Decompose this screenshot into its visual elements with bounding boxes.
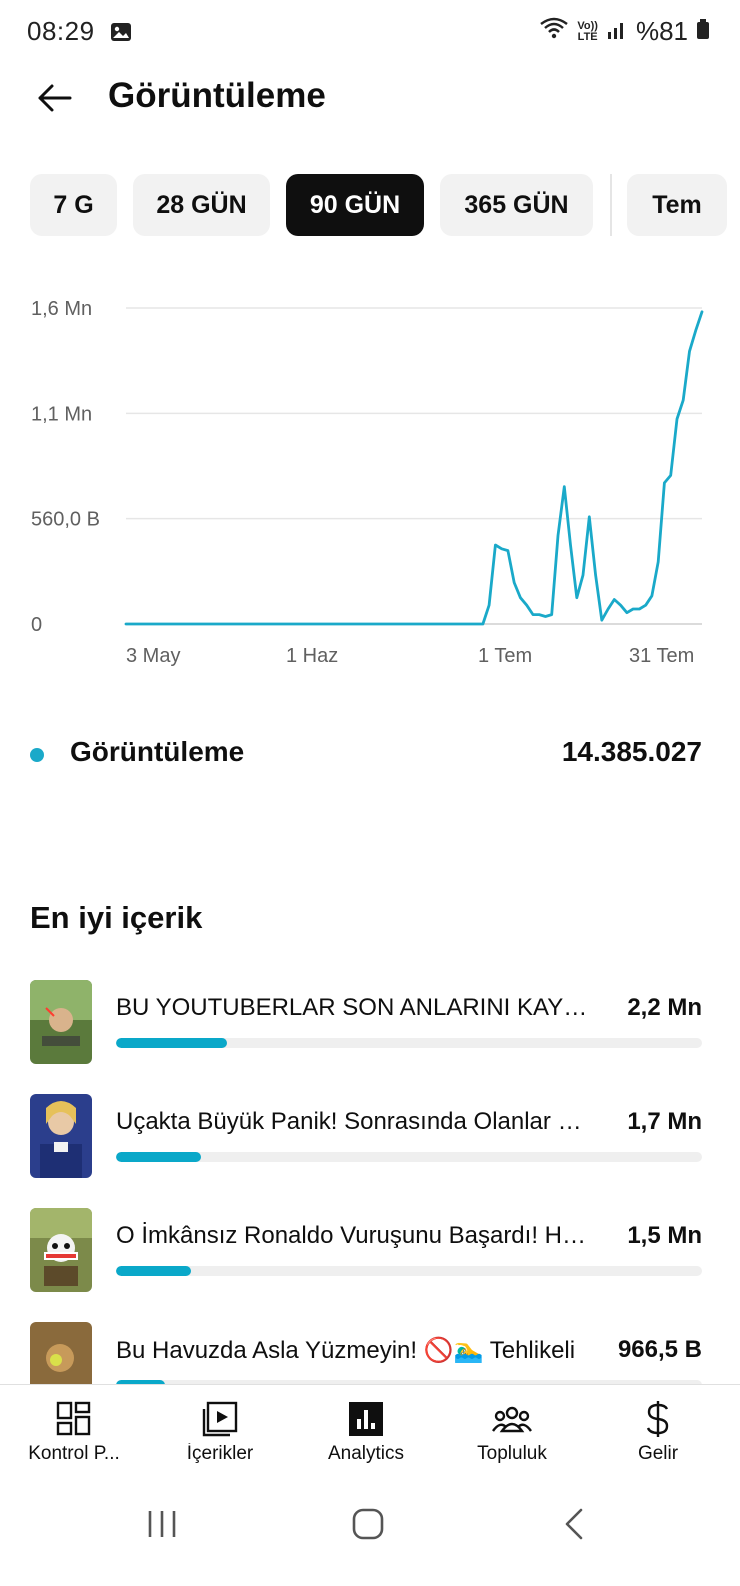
item-views: 1,7 Mn xyxy=(627,1108,702,1135)
gallery-notification-icon xyxy=(110,22,132,42)
system-navigation-bar xyxy=(0,1482,740,1586)
views-chart: 1,6 Mn 1,1 Mn 560,0 B 0 3 May 1 Haz 1 Tem 31 T… xyxy=(0,280,740,680)
nav-community[interactable]: Topluluk xyxy=(438,1385,586,1483)
views-bar-track xyxy=(116,1038,702,1048)
nav-label: İçerikler xyxy=(186,1443,254,1464)
views-bar-fill xyxy=(116,1152,201,1162)
top-content-list: BU YOUTUBERLAR SON ANLARINI KAYDETTİ 2,2… xyxy=(0,980,740,1384)
nav-analytics[interactable]: Analytics xyxy=(292,1385,440,1483)
status-bar: 08:29 Vo)) LTE %81 xyxy=(0,0,740,64)
list-item[interactable]: BU YOUTUBERLAR SON ANLARINI KAYDETTİ 2,2… xyxy=(0,980,740,1070)
bottom-navigation: Kontrol P... İçerikler Analytics Toplulu… xyxy=(0,1384,740,1482)
chip-divider xyxy=(610,174,612,236)
list-item[interactable]: Bu Havuzda Asla Yüzmeyin! 🚫🏊‍♂️ Tehlikel… xyxy=(0,1322,740,1384)
chip-28-days[interactable]: 28 GÜN xyxy=(133,174,270,236)
nav-content[interactable]: İçerikler xyxy=(146,1385,294,1483)
battery-icon xyxy=(696,16,710,47)
video-thumbnail xyxy=(30,1322,92,1384)
list-item[interactable]: O İmkânsız Ronaldo Vuruşunu Başardı! Her… xyxy=(0,1208,740,1298)
nav-label: Topluluk xyxy=(477,1443,547,1464)
battery-percent: %81 xyxy=(635,16,688,46)
x-tick-label: 3 May xyxy=(126,645,180,667)
chip-7-days[interactable]: 7 G xyxy=(30,174,117,236)
video-thumbnail xyxy=(30,1208,92,1292)
app-header: Görüntüleme xyxy=(0,64,740,134)
y-tick-label: 1,1 Mn xyxy=(31,403,92,425)
nav-label: Analytics xyxy=(327,1443,405,1464)
dollar-icon xyxy=(638,1399,678,1439)
page-title: Görüntüleme xyxy=(108,76,326,115)
chip-365-days[interactable]: 365 GÜN xyxy=(440,174,593,236)
y-tick-label: 1,6 Mn xyxy=(31,298,92,320)
status-time: 08:29 xyxy=(27,16,95,46)
x-tick-label: 1 Tem xyxy=(478,645,532,667)
nav-dashboard[interactable]: Kontrol P... xyxy=(0,1385,148,1483)
arrow-left-icon xyxy=(36,83,72,118)
period-chip-bar: 7 G 28 GÜN 90 GÜN 365 GÜN Tem xyxy=(30,174,740,236)
chip-90-days[interactable]: 90 GÜN xyxy=(286,174,424,236)
item-views: 1,5 Mn xyxy=(627,1222,702,1249)
x-tick-label: 1 Haz xyxy=(286,645,338,667)
signal-icon xyxy=(606,16,628,47)
views-bar-track xyxy=(116,1266,702,1276)
nav-label: Kontrol P... xyxy=(28,1443,120,1464)
analytics-icon xyxy=(346,1399,386,1439)
item-views: 966,5 B xyxy=(617,1336,702,1363)
top-content-title: En iyi içerik xyxy=(30,900,203,935)
legend-dot xyxy=(30,748,44,762)
item-views: 2,2 Mn xyxy=(627,994,702,1021)
y-tick-label: 0 xyxy=(31,614,42,636)
video-thumbnail xyxy=(30,980,92,1064)
dashboard-icon xyxy=(54,1399,94,1439)
chevron-left-icon xyxy=(563,1508,585,1545)
recent-apps-button[interactable] xyxy=(132,1504,192,1548)
views-bar-fill xyxy=(116,1266,191,1276)
chip-month[interactable]: Tem xyxy=(627,174,727,236)
system-back-button[interactable] xyxy=(544,1504,604,1548)
back-button[interactable] xyxy=(32,78,76,122)
home-icon xyxy=(352,1508,384,1545)
item-title: O İmkânsız Ronaldo Vuruşunu Başardı! Her… xyxy=(116,1222,592,1249)
y-tick-label: 560,0 B xyxy=(31,509,100,531)
home-button[interactable] xyxy=(338,1504,398,1548)
series-line-views xyxy=(124,310,704,626)
item-title: Uçakta Büyük Panik! Sonrasında Olanlar Ş… xyxy=(116,1108,592,1135)
wifi-icon xyxy=(539,16,569,47)
item-title: Bu Havuzda Asla Yüzmeyin! 🚫🏊‍♂️ Tehlikel… xyxy=(116,1337,576,1364)
video-thumbnail xyxy=(30,1094,92,1178)
nav-revenue[interactable]: Gelir xyxy=(584,1385,732,1483)
list-item[interactable]: Uçakta Büyük Panik! Sonrasında Olanlar Ş… xyxy=(0,1094,740,1184)
views-bar-fill xyxy=(116,1038,228,1048)
nav-label: Gelir xyxy=(637,1443,679,1464)
recent-apps-icon xyxy=(145,1509,179,1544)
views-total-value: 14.385.027 xyxy=(561,736,702,767)
x-tick-label: 31 Tem xyxy=(629,645,694,667)
views-line-chart: 1,6 Mn 1,1 Mn 560,0 B 0 3 May 1 Haz 1 Tem 31 T… xyxy=(31,298,704,667)
item-title: BU YOUTUBERLAR SON ANLARINI KAYDETTİ xyxy=(116,994,592,1021)
legend-label: Görüntüleme xyxy=(70,736,245,767)
volte-icon: Vo)) LTE xyxy=(577,19,598,43)
community-icon xyxy=(492,1399,532,1439)
views-bar-track xyxy=(116,1152,702,1162)
views-total-row: Görüntüleme 14.385.027 xyxy=(30,734,702,774)
status-indicators: Vo)) LTE %81 xyxy=(539,16,710,47)
content-play-icon xyxy=(200,1399,240,1439)
